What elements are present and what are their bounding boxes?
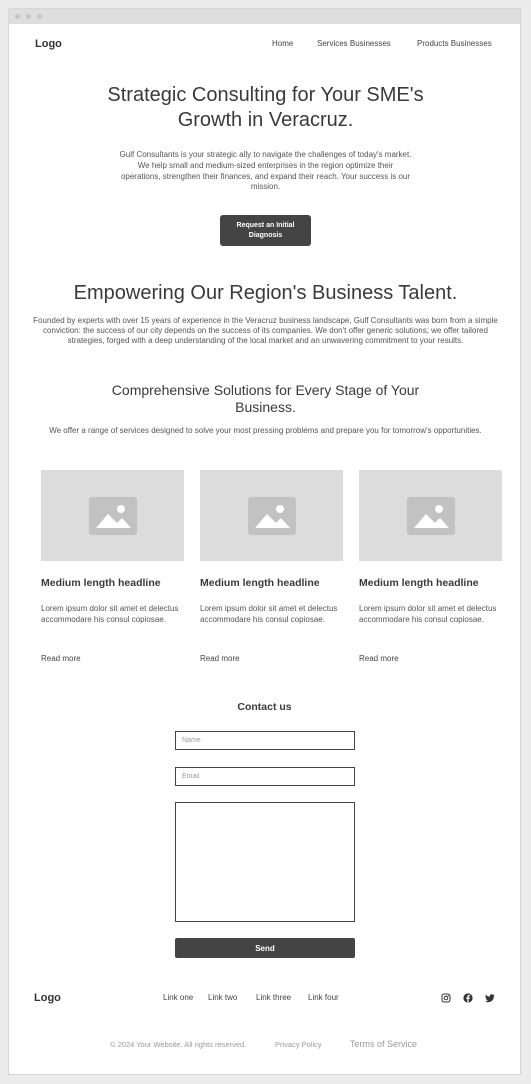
service-card: Medium length headline Lorem ipsum dolor…: [359, 470, 502, 663]
about-title: Empowering Our Region's Business Talent.: [73, 282, 458, 304]
footer-link-one[interactable]: Link one: [163, 993, 193, 1002]
send-button[interactable]: Send: [175, 938, 355, 958]
name-field[interactable]: [175, 731, 355, 750]
email-field[interactable]: [175, 767, 355, 786]
service-card: Medium length headline Lorem ipsum dolor…: [41, 470, 184, 663]
window-dot-icon: [37, 14, 42, 19]
footer-link-four[interactable]: Link four: [308, 993, 339, 1002]
message-field[interactable]: [175, 802, 355, 922]
request-diagnosis-button[interactable]: Request an Initial Diagnosis: [220, 215, 311, 246]
browser-window: Logo Home Services Businesses Products B…: [8, 8, 521, 1075]
copyright-text: © 2024 Your Website. All rights reserved…: [110, 1040, 247, 1049]
card-image: [359, 470, 502, 561]
card-body: Lorem ipsum dolor sit amet et delectus a…: [41, 604, 179, 624]
services-subtitle: We offer a range of services designed to…: [49, 426, 482, 435]
hero-title: Strategic Consulting for Your SME's Grow…: [107, 84, 424, 131]
contact-title: Contact us: [237, 701, 292, 713]
footer-link-three[interactable]: Link three: [256, 993, 291, 1002]
read-more-link[interactable]: Read more: [359, 654, 399, 663]
terms-of-service-link[interactable]: Terms of Service: [350, 1039, 417, 1049]
window-dot-icon: [15, 14, 20, 19]
footer-link-two[interactable]: Link two: [208, 993, 237, 1002]
card-headline: Medium length headline: [41, 577, 161, 589]
card-image: [200, 470, 343, 561]
card-headline: Medium length headline: [200, 577, 320, 589]
facebook-icon[interactable]: [463, 993, 473, 1003]
nav-item-services-businesses[interactable]: Services Businesses: [317, 39, 391, 48]
twitter-icon[interactable]: [485, 993, 495, 1003]
nav-item-home[interactable]: Home: [272, 39, 293, 48]
service-card: Medium length headline Lorem ipsum dolor…: [200, 470, 343, 663]
window-titlebar: [9, 9, 520, 24]
privacy-policy-link[interactable]: Privacy Policy: [275, 1040, 322, 1049]
card-headline: Medium length headline: [359, 577, 479, 589]
window-dot-icon: [26, 14, 31, 19]
read-more-link[interactable]: Read more: [41, 654, 81, 663]
image-placeholder-icon: [247, 496, 296, 535]
image-placeholder-icon: [406, 496, 455, 535]
instagram-icon[interactable]: [441, 993, 451, 1003]
services-title: Comprehensive Solutions for Every Stage …: [111, 382, 420, 415]
read-more-link[interactable]: Read more: [200, 654, 240, 663]
card-image: [41, 470, 184, 561]
image-placeholder-icon: [88, 496, 137, 535]
header-logo[interactable]: Logo: [35, 38, 62, 50]
hero-text: Gulf Consultants is your strategic ally …: [119, 150, 412, 192]
card-body: Lorem ipsum dolor sit amet et delectus a…: [359, 604, 497, 624]
card-body: Lorem ipsum dolor sit amet et delectus a…: [200, 604, 338, 624]
nav-item-products-businesses[interactable]: Products Businesses: [417, 39, 492, 48]
footer-logo[interactable]: Logo: [34, 992, 61, 1004]
about-text: Founded by experts with over 15 years of…: [33, 316, 498, 346]
